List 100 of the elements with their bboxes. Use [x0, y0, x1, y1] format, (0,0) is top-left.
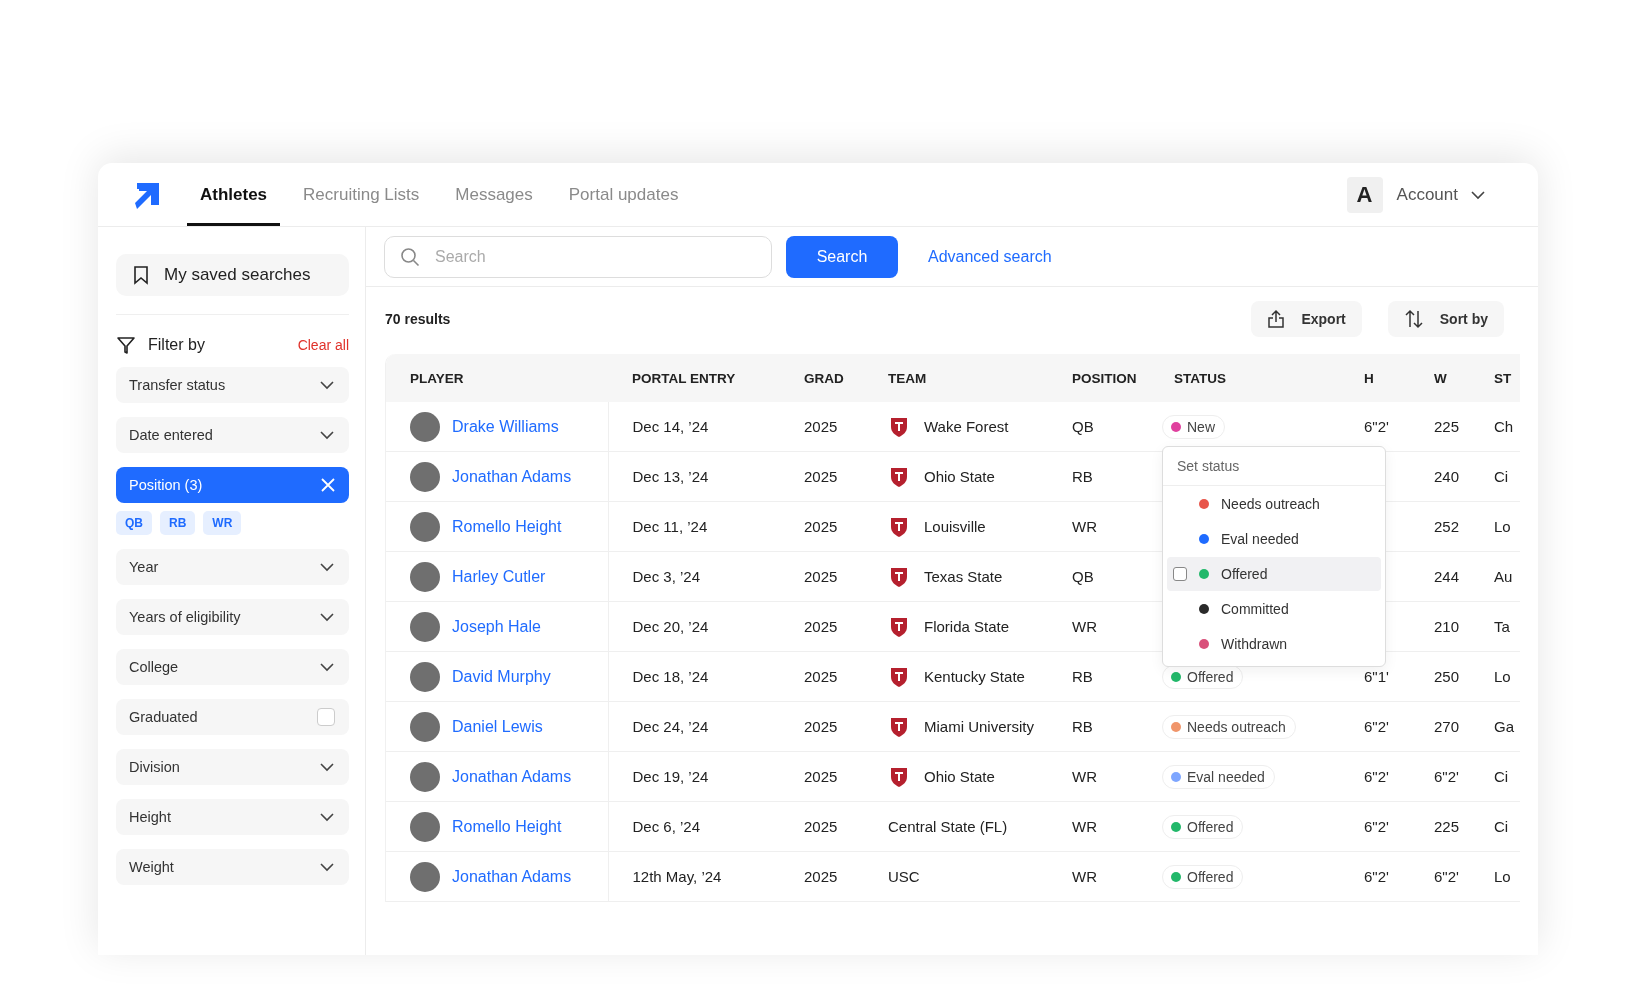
chevron-down-icon	[319, 561, 335, 573]
filter-dropdown[interactable]: Years of eligibility	[116, 599, 349, 635]
status-option[interactable]: Eval needed	[1167, 522, 1381, 556]
table-cell: Dec 19, ’24	[608, 751, 780, 802]
nav-tab[interactable]: Messages	[442, 163, 546, 226]
search-button[interactable]: Search	[786, 236, 898, 278]
team-name: Kentucky State	[924, 668, 1025, 685]
column-header: POSITION	[1048, 354, 1150, 402]
table-cell: Dec 11, ’24	[608, 501, 780, 552]
results-count: 70 results	[385, 311, 451, 327]
table-cell: 6"2'	[1410, 851, 1494, 902]
chevron-down-icon	[319, 661, 335, 673]
table-cell: 6"2'	[1340, 701, 1410, 752]
player-name-link[interactable]: Jonathan Adams	[452, 867, 572, 886]
player-name-link[interactable]: Drake Williams	[452, 417, 559, 436]
filter-dropdown[interactable]: Transfer status	[116, 367, 349, 403]
table-cell: Ga	[1494, 701, 1520, 752]
chevron-down-icon	[319, 611, 335, 623]
player-name-link[interactable]: Jonathan Adams	[452, 767, 572, 786]
table-cell: RB	[1048, 651, 1150, 702]
avatar-placeholder	[410, 861, 440, 892]
column-header: TEAM	[864, 354, 1048, 402]
filter-dropdown[interactable]: Year	[116, 549, 349, 585]
table-cell: 2025	[780, 402, 864, 452]
table-cell: Dec 13, ’24	[608, 451, 780, 502]
table-cell: 6"2'	[1340, 402, 1410, 452]
player-name-link[interactable]: Daniel Lewis	[452, 717, 543, 736]
table-cell: 6"2'	[1340, 801, 1410, 852]
table-cell: RB	[1048, 451, 1150, 502]
table-cell: Dec 6, ’24	[608, 801, 780, 852]
team-name: Ohio State	[924, 768, 995, 785]
team-name: Miami University	[924, 718, 1034, 735]
player-name-link[interactable]: Jonathan Adams	[452, 467, 572, 486]
avatar-placeholder	[410, 711, 440, 742]
table-cell: 2025	[780, 651, 864, 702]
status-option[interactable]: Offered	[1167, 557, 1381, 591]
table-cell: 2025	[780, 751, 864, 802]
table-cell: Lo	[1494, 501, 1520, 552]
filter-dropdown[interactable]: Height	[116, 799, 349, 835]
position-chip[interactable]: RB	[160, 511, 196, 535]
filter-dropdown[interactable]: Weight	[116, 849, 349, 885]
table-cell: 2025	[780, 451, 864, 502]
avatar-placeholder	[410, 611, 440, 642]
bookmark-icon	[132, 265, 150, 285]
nav-tab[interactable]: Athletes	[187, 163, 281, 226]
table-cell: QB	[1048, 402, 1150, 452]
table-cell: 244	[1410, 551, 1494, 602]
sort-arrows-icon	[1403, 309, 1424, 329]
avatar-placeholder	[410, 411, 440, 442]
player-name-link[interactable]: Joseph Hale	[452, 617, 541, 636]
table-cell: Dec 18, ’24	[608, 651, 780, 702]
table-cell: WR	[1048, 601, 1150, 652]
table-cell: Dec 24, ’24	[608, 701, 780, 752]
advanced-search-link[interactable]: Advanced search	[928, 248, 1052, 266]
table-cell: 225	[1410, 801, 1494, 852]
player-name-link[interactable]: Harley Cutler	[452, 567, 546, 586]
position-chip[interactable]: WR	[203, 511, 242, 535]
player-name-link[interactable]: David Murphy	[452, 667, 551, 686]
table-cell: Dec 20, ’24	[608, 601, 780, 652]
table-cell: WR	[1048, 851, 1150, 902]
nav-tab[interactable]: Portal updates	[555, 163, 692, 226]
user-avatar[interactable]: A	[1346, 176, 1383, 213]
checkbox[interactable]	[317, 708, 335, 726]
filter-dropdown[interactable]: Date entered	[116, 417, 349, 453]
saved-searches-button[interactable]: My saved searches	[116, 254, 349, 296]
active-filter[interactable]: Position (3)	[116, 467, 349, 503]
status-option[interactable]: Committed	[1167, 592, 1381, 626]
filter-dropdown[interactable]: Division	[116, 749, 349, 785]
export-button[interactable]: Export	[1251, 301, 1362, 337]
chevron-down-icon	[319, 429, 335, 441]
team-name: USC	[888, 868, 920, 885]
player-name-link[interactable]: Romello Height	[452, 817, 562, 836]
team-name: Texas State	[924, 568, 1003, 585]
filter-checkbox-row[interactable]: Graduated	[116, 699, 349, 735]
clear-all-link[interactable]: Clear all	[297, 337, 349, 353]
avatar-placeholder	[410, 461, 440, 492]
column-header: STATUS	[1150, 354, 1340, 402]
table-cell: WR	[1048, 801, 1150, 852]
search-field[interactable]: Search	[384, 236, 772, 278]
avatar-placeholder	[410, 661, 440, 692]
chevron-down-icon	[319, 379, 335, 391]
table-cell: 225	[1410, 402, 1494, 452]
table-cell: WR	[1048, 751, 1150, 802]
avatar-placeholder	[410, 761, 440, 792]
column-header: GRAD	[780, 354, 864, 402]
avatar-placeholder	[410, 811, 440, 842]
column-header: W	[1410, 354, 1494, 402]
table-cell: Ch	[1494, 402, 1520, 452]
table-cell: Ta	[1494, 601, 1520, 652]
table-cell: RB	[1048, 701, 1150, 752]
position-chip[interactable]: QB	[116, 511, 152, 535]
menu-title: Set status	[1163, 447, 1385, 486]
column-header: H	[1340, 354, 1410, 402]
filter-dropdown[interactable]: College	[116, 649, 349, 685]
account-menu[interactable]: Account	[1396, 184, 1486, 205]
column-header: PORTAL ENTRY	[608, 354, 780, 402]
checkbox[interactable]	[1173, 567, 1187, 581]
player-name-link[interactable]: Romello Height	[452, 517, 562, 536]
sort-button[interactable]: Sort by	[1387, 301, 1504, 337]
status-option[interactable]: Needs outreach	[1167, 487, 1381, 521]
